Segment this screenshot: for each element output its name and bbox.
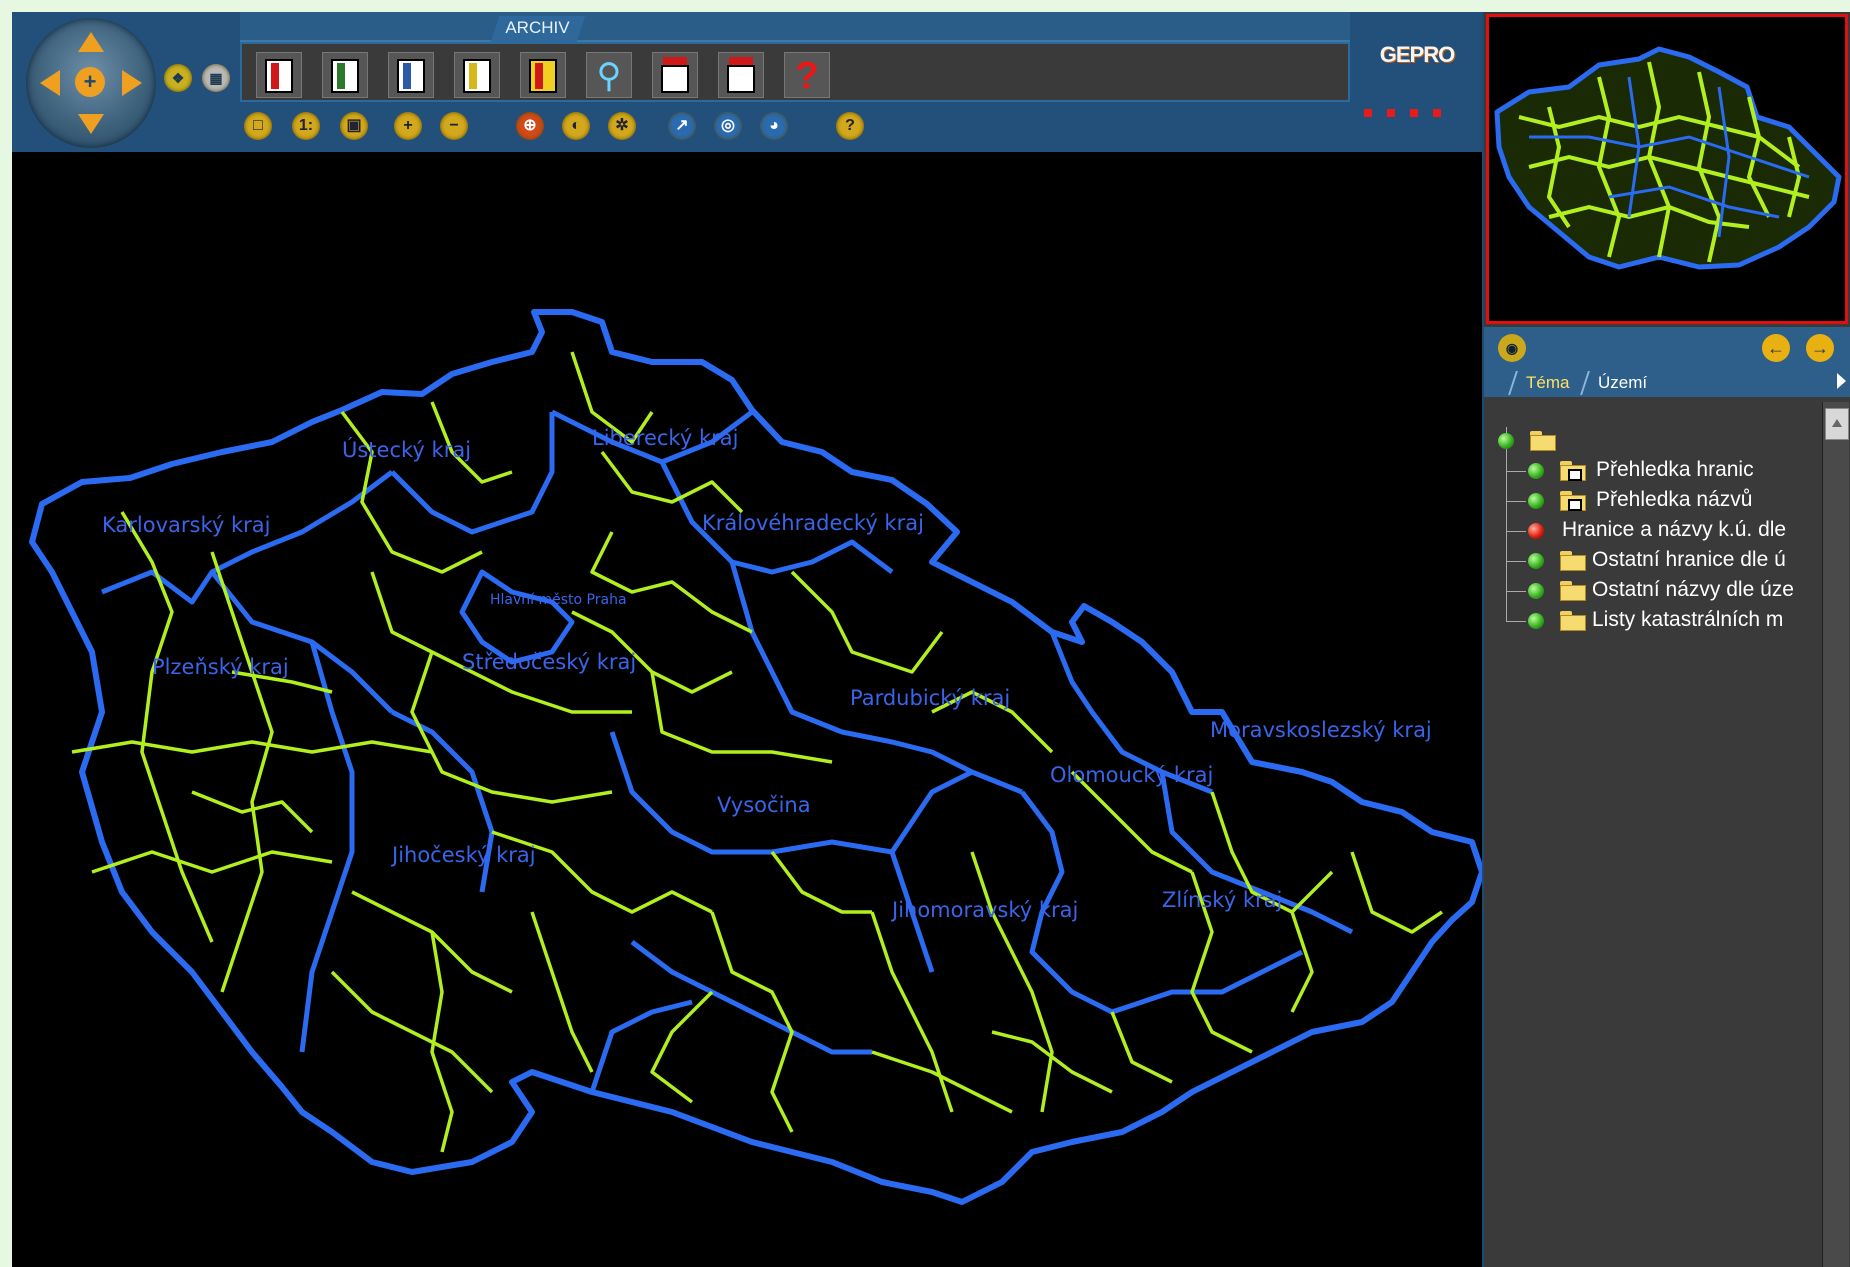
tools-icon[interactable]: ✲: [608, 112, 636, 140]
pan-center-icon[interactable]: +: [75, 67, 105, 97]
top-toolbar: + ❖ ▦ ARCHIV ⚲ ? □ 1: ▣ + − ⊕ ◐ ✲ ↗ ◎ ◕ …: [12, 12, 1482, 152]
layer-label: Přehledka hranic: [1596, 458, 1754, 481]
layer-label: Hranice a názvy k.ú. dle: [1562, 518, 1787, 541]
tree-row-root[interactable]: [1484, 427, 1822, 457]
lifebuoy-icon[interactable]: ◎: [714, 112, 742, 140]
toolbar-tabstrip: ARCHIV: [240, 12, 1350, 42]
pan-up-icon[interactable]: [78, 32, 104, 52]
erase-icon[interactable]: [520, 52, 566, 98]
scroll-up-icon[interactable]: [1825, 408, 1849, 440]
label-liberecky: Liberecký kraj: [592, 426, 738, 450]
label-olomoucky: Olomoucký kraj: [1050, 763, 1213, 787]
print-icon[interactable]: [652, 52, 698, 98]
label-stredocesky: Středočeský kraj: [462, 650, 636, 674]
overview-czech-map: [1494, 46, 1842, 270]
status-green-icon[interactable]: [1528, 493, 1544, 509]
label-pardubicky: Pardubický kraj: [850, 686, 1010, 710]
tree-row-ostatni-hranice[interactable]: Ostatní hranice dle ú: [1484, 547, 1822, 577]
clear-icon[interactable]: ◐: [562, 112, 590, 140]
eye-icon[interactable]: ◉: [1498, 334, 1526, 362]
layer-label: Ostatní názvy dle úze: [1592, 578, 1794, 601]
tab-tema[interactable]: Téma: [1508, 371, 1586, 395]
main-icon-bar: ⚲ ?: [240, 42, 1350, 102]
pan-down-icon[interactable]: [78, 114, 104, 134]
country-border: [29, 309, 1482, 1205]
gepro-logo: GEPRO: [1379, 42, 1455, 67]
panel-tabs: Téma Území: [1484, 369, 1850, 397]
folder-open-icon: [1530, 431, 1556, 451]
print-settings-icon[interactable]: [718, 52, 764, 98]
tree-row-listy[interactable]: Listy katastrálních m: [1484, 598, 1822, 637]
tree-scrollbar[interactable]: [1822, 402, 1849, 1267]
folder-boxed-icon: [1560, 461, 1586, 481]
zoom-magnifier-icon[interactable]: ⚲: [586, 52, 632, 98]
forward-arrow-icon[interactable]: →: [1806, 334, 1834, 362]
layer-label: Listy katastrálních m: [1592, 608, 1784, 631]
district-borders: [71, 351, 1443, 1153]
zoom-window-icon[interactable]: ▣: [340, 112, 368, 140]
status-indicators: [1364, 104, 1456, 122]
pan-select-icon[interactable]: [388, 52, 434, 98]
label-kralovehradecky: Královéhradecký kraj: [702, 511, 924, 535]
select-edit-icon[interactable]: [322, 52, 368, 98]
label-praha: Hlavní město Praha: [490, 592, 627, 608]
label-karlovarsky: Karlovarský kraj: [102, 513, 270, 537]
label-vysocina: Vysočina: [717, 793, 811, 817]
label-jihocesky: Jihočeský kraj: [390, 843, 536, 867]
layers-icon[interactable]: ❖: [164, 64, 192, 92]
tree-row-prehledka-hranic[interactable]: Přehledka hranic: [1484, 457, 1822, 487]
status-green-icon[interactable]: [1528, 583, 1544, 599]
overview-map[interactable]: [1486, 14, 1848, 324]
folder-boxed-icon: [1560, 491, 1586, 511]
export-icon[interactable]: [454, 52, 500, 98]
czech-map: Karlovarský kraj Ústecký kraj Liberecký …: [29, 309, 1482, 1205]
scale-1-to-icon[interactable]: 1:: [292, 112, 320, 140]
status-green-icon[interactable]: [1528, 463, 1544, 479]
target-icon[interactable]: ⊕: [516, 112, 544, 140]
zoom-in-icon[interactable]: +: [394, 112, 422, 140]
right-panel: ◉ ← → Téma Území Přehledka hranic Přehle…: [1484, 12, 1850, 1267]
help-icon[interactable]: ?: [784, 52, 830, 98]
status-green-icon[interactable]: [1528, 613, 1544, 629]
label-moravskoslezsky: Moravskoslezský kraj: [1210, 718, 1432, 742]
status-green-icon[interactable]: [1528, 553, 1544, 569]
tree-row-hranice-nazvy[interactable]: Hranice a názvy k.ú. dle: [1484, 517, 1822, 547]
tab-uzemi[interactable]: Území: [1580, 371, 1664, 395]
app-window: + ❖ ▦ ARCHIV ⚲ ? □ 1: ▣ + − ⊕ ◐ ✲ ↗ ◎ ◕ …: [12, 12, 1850, 1267]
globe-icon[interactable]: ◕: [760, 112, 788, 140]
tabs-scroll-right-icon[interactable]: [1837, 373, 1846, 389]
status-green-icon[interactable]: [1498, 433, 1514, 449]
status-red-icon[interactable]: [1528, 523, 1544, 539]
select-add-icon[interactable]: [256, 52, 302, 98]
pan-left-icon[interactable]: [40, 70, 60, 96]
label-zlinsky: Zlínský kraj: [1162, 888, 1282, 912]
pan-right-icon[interactable]: [122, 70, 142, 96]
map-settings-icon[interactable]: ▦: [202, 64, 230, 92]
tab-archiv[interactable]: ARCHIV: [490, 16, 586, 42]
folder-icon: [1560, 611, 1586, 631]
label-ustecky: Ústecký kraj: [342, 437, 471, 462]
folder-icon: [1560, 581, 1586, 601]
zoom-extent-icon[interactable]: □: [244, 112, 272, 140]
layer-label: Přehledka názvů: [1596, 488, 1753, 511]
tab-tema-label: Téma: [1526, 373, 1570, 392]
folder-icon: [1560, 551, 1586, 571]
back-arrow-icon[interactable]: ←: [1762, 334, 1790, 362]
panel-navbar: ◉ ← →: [1484, 327, 1850, 369]
map-canvas[interactable]: Karlovarský kraj Ústecký kraj Liberecký …: [12, 152, 1482, 1267]
tree-row-ostatni-nazvy[interactable]: Ostatní názvy dle úze: [1484, 577, 1822, 607]
pan-joystick[interactable]: +: [26, 18, 156, 148]
zoom-out-icon[interactable]: −: [440, 112, 468, 140]
tab-uzemi-label: Území: [1598, 373, 1648, 392]
link-icon[interactable]: ↗: [668, 112, 696, 140]
label-plzensky: Plzeňský kraj: [152, 655, 289, 679]
layer-tree: Přehledka hranic Přehledka názvů Hranice…: [1484, 397, 1822, 1267]
tab-archiv-label: ARCHIV: [505, 18, 570, 37]
small-help-icon[interactable]: ?: [836, 112, 864, 140]
layer-label: Ostatní hranice dle ú: [1592, 548, 1786, 571]
label-jihomoravsky: Jihomoravský kraj: [890, 898, 1078, 922]
tree-row-prehledka-nazvu[interactable]: Přehledka názvů: [1484, 487, 1822, 517]
